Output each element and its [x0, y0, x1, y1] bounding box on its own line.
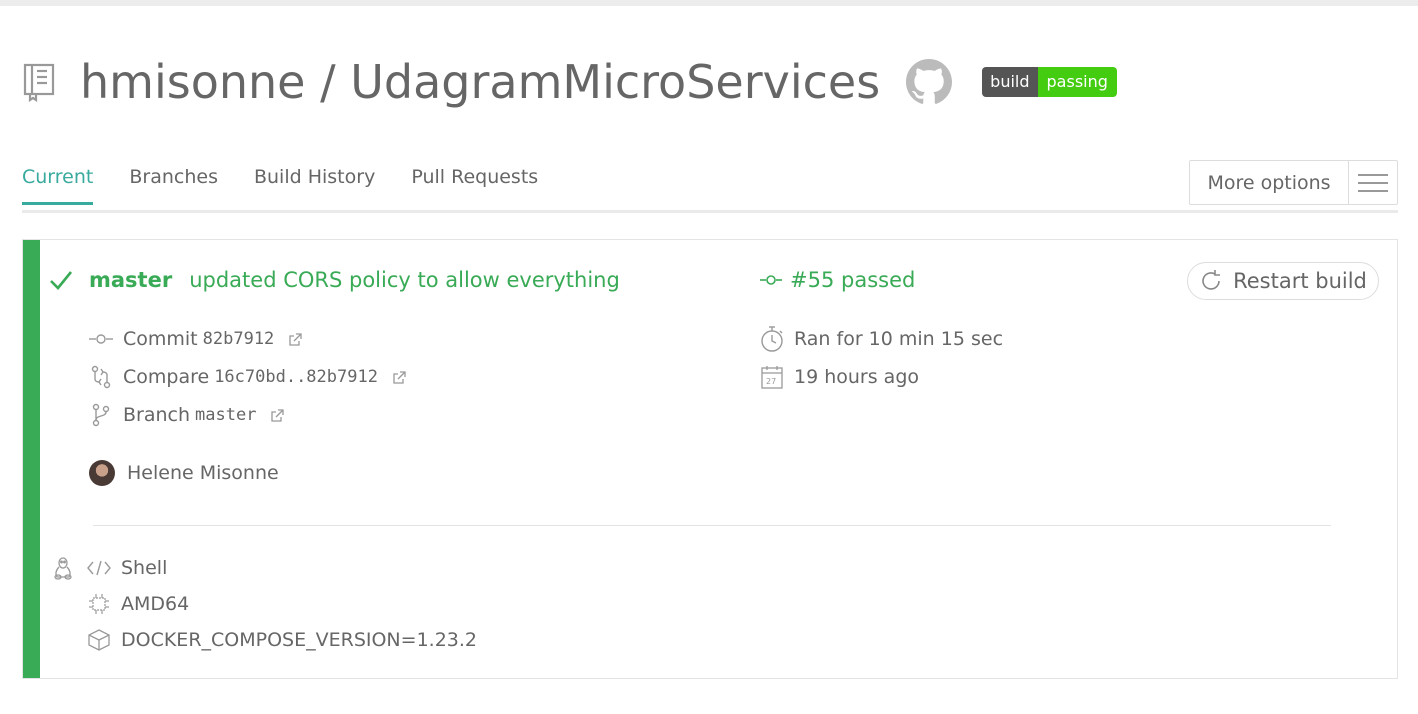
build-status-badge[interactable]: build passing — [982, 67, 1117, 97]
compare-icon — [89, 365, 113, 389]
top-bar — [0, 0, 1418, 6]
repo-tabs: Current Branches Build History Pull Requ… — [22, 166, 574, 205]
more-options-button[interactable]: More options — [1189, 160, 1398, 205]
repo-header: hmisonne / UdagramMicroServices build pa… — [22, 50, 1117, 114]
env-row: DOCKER_COMPOSE_VERSION=1.23.2 — [87, 626, 477, 654]
status-stripe — [23, 240, 40, 678]
more-options-label[interactable]: More options — [1190, 161, 1349, 204]
cpu-icon — [87, 593, 111, 615]
build-duration: Ran for 10 min 15 sec — [794, 328, 1004, 350]
tab-branches[interactable]: Branches — [129, 166, 218, 205]
restart-build-label: Restart build — [1233, 269, 1367, 293]
compare-label: Compare — [123, 366, 210, 388]
duration-row: Ran for 10 min 15 sec — [760, 324, 1003, 354]
compare-row: Compare 16c70bd..82b7912 — [89, 364, 407, 390]
linux-icon — [51, 556, 75, 580]
repo-separator: / — [320, 55, 336, 109]
badge-status: passing — [1037, 67, 1117, 97]
stopwatch-icon — [760, 325, 784, 353]
tab-current[interactable]: Current — [22, 166, 94, 205]
build-branch[interactable]: master — [89, 268, 172, 292]
commit-message[interactable]: updated CORS policy to allow everything — [189, 268, 620, 292]
tab-pull-requests[interactable]: Pull Requests — [411, 166, 538, 205]
commit-icon — [760, 274, 782, 286]
arch-row: AMD64 — [87, 590, 189, 618]
restart-icon — [1199, 269, 1223, 293]
svg-text:27: 27 — [766, 377, 776, 386]
repo-title[interactable]: hmisonne / UdagramMicroServices — [80, 55, 880, 109]
branch-name[interactable]: master — [195, 405, 256, 425]
badge-label: build — [982, 67, 1038, 97]
author-name: Helene Misonne — [127, 462, 279, 484]
build-status-row: master updated CORS policy to allow ever… — [49, 264, 620, 296]
job-arch: AMD64 — [121, 593, 190, 615]
job-language: Shell — [121, 557, 168, 579]
author-row: Helene Misonne — [89, 458, 279, 488]
finished-row: 27 19 hours ago — [760, 362, 919, 392]
commit-label: Commit — [123, 328, 198, 350]
hamburger-icon[interactable] — [1349, 161, 1397, 204]
restart-build-button[interactable]: Restart build — [1187, 262, 1379, 300]
build-number-row: #55 passed — [760, 264, 915, 296]
github-icon[interactable] — [906, 59, 953, 105]
calendar-icon: 27 — [760, 365, 784, 389]
build-finished: 19 hours ago — [794, 366, 920, 388]
checkmark-icon — [49, 269, 73, 291]
avatar — [89, 460, 115, 486]
build-number[interactable]: #55 passed — [790, 268, 915, 292]
branch-row: Branch master — [89, 402, 285, 428]
card-divider — [93, 525, 1331, 526]
code-icon — [87, 560, 111, 576]
repo-icon — [22, 62, 58, 102]
repo-owner[interactable]: hmisonne — [80, 55, 305, 109]
build-card: master updated CORS policy to allow ever… — [22, 239, 1398, 679]
os-language-row: Shell — [51, 554, 167, 582]
commit-row: Commit 82b7912 — [89, 326, 303, 352]
box-icon — [87, 628, 111, 652]
tab-build-history[interactable]: Build History — [254, 166, 375, 205]
commit-sha[interactable]: 82b7912 — [203, 329, 275, 349]
tabs-divider — [22, 210, 1398, 213]
external-link-icon[interactable] — [288, 332, 303, 347]
external-link-icon[interactable] — [270, 408, 285, 423]
commit-icon — [89, 333, 113, 345]
branch-icon — [89, 403, 113, 427]
job-env: DOCKER_COMPOSE_VERSION=1.23.2 — [121, 629, 477, 651]
compare-range[interactable]: 16c70bd..82b7912 — [214, 367, 378, 387]
branch-label: Branch — [123, 404, 191, 426]
repo-name[interactable]: UdagramMicroServices — [350, 55, 880, 109]
external-link-icon[interactable] — [392, 370, 407, 385]
